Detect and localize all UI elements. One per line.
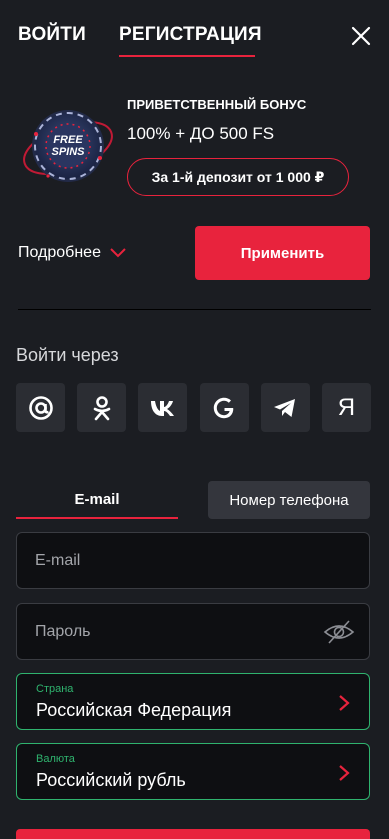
email-input[interactable] [17,533,297,588]
toggle-password-visibility-button[interactable] [323,618,355,646]
password-input[interactable] [17,604,297,659]
email-field [16,532,370,589]
eye-off-icon [323,620,355,644]
tab-register[interactable]: РЕГИСТРАЦИЯ [119,24,262,46]
apply-bonus-button[interactable]: Применить [195,226,370,280]
social-mail-button[interactable] [16,383,65,432]
deposit-condition-badge: За 1-й депозит от 1 000 ₽ [127,158,349,196]
social-login-title: Войти через [16,345,119,365]
social-odnoklassniki-button[interactable] [77,383,127,432]
chevron-right-icon [339,765,350,781]
close-icon [351,26,371,46]
vk-icon [150,400,174,416]
tab-login[interactable]: ВОЙТИ [18,24,86,46]
social-telegram-button[interactable] [260,383,310,432]
more-details-toggle[interactable]: Подробнее [18,244,127,262]
social-vk-button[interactable] [138,383,188,432]
svg-text:SPINS: SPINS [51,146,85,158]
yandex-icon: Я [337,393,356,421]
country-label: Страна [36,683,74,695]
social-login-row: Я [16,383,371,432]
section-divider [18,309,371,310]
close-button[interactable] [350,25,372,47]
social-google-button[interactable] [199,383,249,432]
currency-value: Российский рубль [36,770,186,790]
mail-at-icon [28,395,53,420]
google-icon [213,397,234,418]
password-field [16,603,370,660]
chevron-right-icon [339,695,350,711]
bonus-amount: 100% + ДО 500 FS [127,124,275,143]
register-mode-phone-tab[interactable]: Номер телефона [208,481,370,519]
register-mode-email-tab[interactable]: E-mail [16,481,178,519]
auth-header: ВОЙТИ РЕГИСТРАЦИЯ [0,0,389,60]
free-spins-chip-image: FREE SPINS [18,98,114,194]
odnoklassniki-icon [93,395,110,420]
chevron-down-icon [110,248,126,258]
country-select[interactable]: Страна Российская Федерация [16,673,370,730]
register-submit-button[interactable] [16,829,370,839]
social-yandex-button[interactable]: Я [321,383,371,432]
bonus-title: ПРИВЕТСТВЕННЫЙ БОНУС [127,97,307,112]
currency-label: Валюта [36,753,75,765]
telegram-icon [274,398,296,417]
country-value: Российская Федерация [36,700,232,720]
tab-active-indicator [119,55,255,57]
more-details-label: Подробнее [18,244,101,261]
currency-select[interactable]: Валюта Российский рубль [16,743,370,800]
svg-text:FREE: FREE [53,134,83,146]
